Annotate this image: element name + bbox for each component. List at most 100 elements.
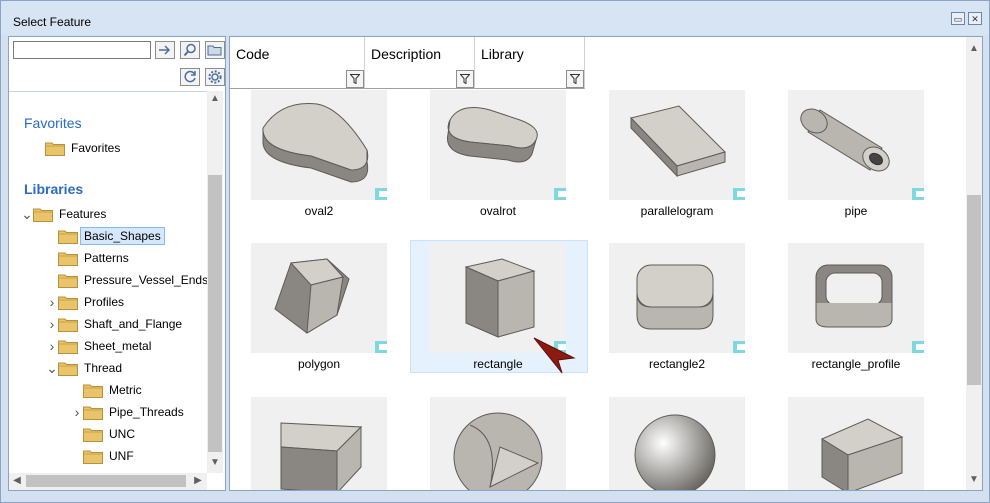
libraries-heading: Libraries (24, 181, 84, 197)
refresh-icon (184, 70, 196, 83)
column-header-code[interactable]: Code (230, 37, 365, 89)
go-button[interactable] (155, 41, 175, 59)
tree-item-label: Shaft_and_Flange (84, 317, 183, 331)
open-folder-button[interactable] (205, 41, 225, 59)
feature-thumbnail (788, 397, 924, 490)
chevron-right-icon[interactable]: › (71, 405, 83, 419)
select-feature-window: Select Feature ▭ ✕ Favorites Favorites L… (0, 0, 990, 503)
feature-label: parallelogram (640, 204, 714, 218)
scroll-right-icon[interactable]: ▶ (190, 475, 206, 486)
filter-button[interactable] (346, 70, 364, 88)
feature-label: oval2 (304, 204, 334, 218)
feature-thumbnail (609, 243, 745, 353)
search-button[interactable] (180, 41, 200, 59)
scroll-thumb[interactable] (208, 175, 222, 452)
scroll-down-icon[interactable]: ▼ (207, 457, 223, 468)
feature-badge-icon (912, 341, 924, 353)
feature-thumbnail (251, 243, 387, 353)
folder-icon (58, 317, 78, 332)
tree-horizontal-scrollbar[interactable]: ◀ ▶ (9, 473, 207, 490)
feature-badge-icon (375, 341, 387, 353)
tree-item-unc[interactable]: UNC (71, 424, 135, 444)
feature-label: rectangle2 (648, 357, 706, 371)
folder-icon (83, 383, 103, 398)
arrow-right-icon (159, 45, 171, 55)
column-header-library[interactable]: Library (475, 37, 585, 89)
folder-icon (58, 273, 78, 288)
folder-icon (83, 405, 103, 420)
scroll-thumb[interactable] (26, 475, 186, 487)
feature-thumbnail (251, 90, 387, 200)
rectangle-profile-shape-icon (815, 264, 893, 328)
favorites-heading: Favorites (24, 115, 82, 131)
folder-icon (58, 361, 78, 376)
tree-item-label: Pressure_Vessel_Ends (84, 273, 207, 287)
tree-item-label: UNC (109, 427, 135, 441)
chevron-down-icon[interactable]: ⌄ (46, 361, 58, 375)
search-input[interactable] (13, 41, 151, 59)
scroll-up-icon[interactable]: ▲ (207, 93, 223, 104)
column-label: Description (371, 46, 442, 62)
column-label: Code (236, 46, 270, 62)
tree-vertical-scrollbar[interactable]: ▲ ▼ (207, 91, 223, 473)
chevron-right-icon[interactable]: › (46, 339, 58, 353)
tree-item-label: Features (59, 207, 107, 221)
tree-item-metric[interactable]: Metric (71, 380, 142, 400)
tree-item-patterns[interactable]: Patterns (46, 248, 129, 268)
gear-icon (208, 70, 222, 84)
close-button[interactable]: ✕ (968, 12, 982, 25)
settings-button[interactable] (205, 68, 225, 86)
ovalrot-shape-icon (446, 107, 538, 163)
restore-button[interactable]: ▭ (951, 12, 965, 25)
feature-thumbnail (430, 397, 566, 490)
tree-item-features[interactable]: ⌄ Features (21, 204, 106, 224)
tree-item-sheet-metal[interactable]: › Sheet_metal (46, 336, 151, 356)
feature-badge-icon (375, 188, 387, 200)
sphere-cut-shape-icon (453, 412, 543, 490)
folder-icon (83, 427, 103, 442)
feature-thumbnail (430, 90, 566, 200)
tree-item-thread[interactable]: ⌄ Thread (46, 358, 122, 378)
search-icon (183, 43, 196, 57)
tree-item-pipe-threads[interactable]: › Pipe_Threads (71, 402, 184, 422)
refresh-button[interactable] (180, 68, 200, 86)
tree-item-profiles[interactable]: › Profiles (46, 292, 124, 312)
scroll-thumb[interactable] (967, 195, 981, 385)
tree-item-label: Patterns (84, 251, 129, 265)
favorites-folder[interactable]: Favorites (45, 138, 120, 158)
chevron-right-icon[interactable]: › (46, 317, 58, 331)
scroll-down-icon[interactable]: ▼ (966, 474, 982, 485)
oval2-shape-icon (262, 103, 369, 183)
folder-icon (45, 141, 65, 156)
tree-item-label: UNF (109, 449, 134, 463)
polygon-shape-icon (274, 258, 350, 334)
filter-button[interactable] (566, 70, 584, 88)
column-header-description[interactable]: Description (365, 37, 475, 89)
feature-badge-icon (733, 341, 745, 353)
tree-item-unf[interactable]: UNF (71, 446, 134, 466)
tree-item-basic-shapes[interactable]: Basic_Shapes (46, 226, 165, 246)
feature-thumbnail (788, 90, 924, 200)
window-title: Select Feature (13, 15, 92, 29)
folder-icon (207, 45, 222, 56)
tree-item-label: Sheet_metal (84, 339, 152, 353)
sphere-shape-icon (634, 414, 716, 490)
tree-item-shaft-and-flange[interactable]: › Shaft_and_Flange (46, 314, 182, 334)
feature-label: ovalrot (479, 204, 517, 218)
cursor-arrow-icon (533, 337, 576, 374)
gallery-vertical-scrollbar[interactable]: ▲ ▼ (966, 37, 982, 490)
scroll-up-icon[interactable]: ▲ (966, 43, 982, 54)
feature-label: pipe (844, 204, 868, 218)
chevron-right-icon[interactable]: › (46, 295, 58, 309)
tree-item-pressure-vessel-ends[interactable]: Pressure_Vessel_Ends (46, 270, 207, 290)
filter-button[interactable] (456, 70, 474, 88)
filter-icon (570, 74, 580, 84)
scroll-left-icon[interactable]: ◀ (9, 475, 25, 486)
feature-gallery: Code Description Library oval2 ovalrot par… (229, 36, 983, 491)
feature-thumbnail (609, 90, 745, 200)
rectangle2-shape-icon (636, 264, 714, 330)
feature-label: rectangle_profile (811, 357, 901, 371)
feature-label: polygon (297, 357, 341, 371)
chevron-down-icon[interactable]: ⌄ (21, 207, 33, 221)
feature-badge-icon (733, 188, 745, 200)
